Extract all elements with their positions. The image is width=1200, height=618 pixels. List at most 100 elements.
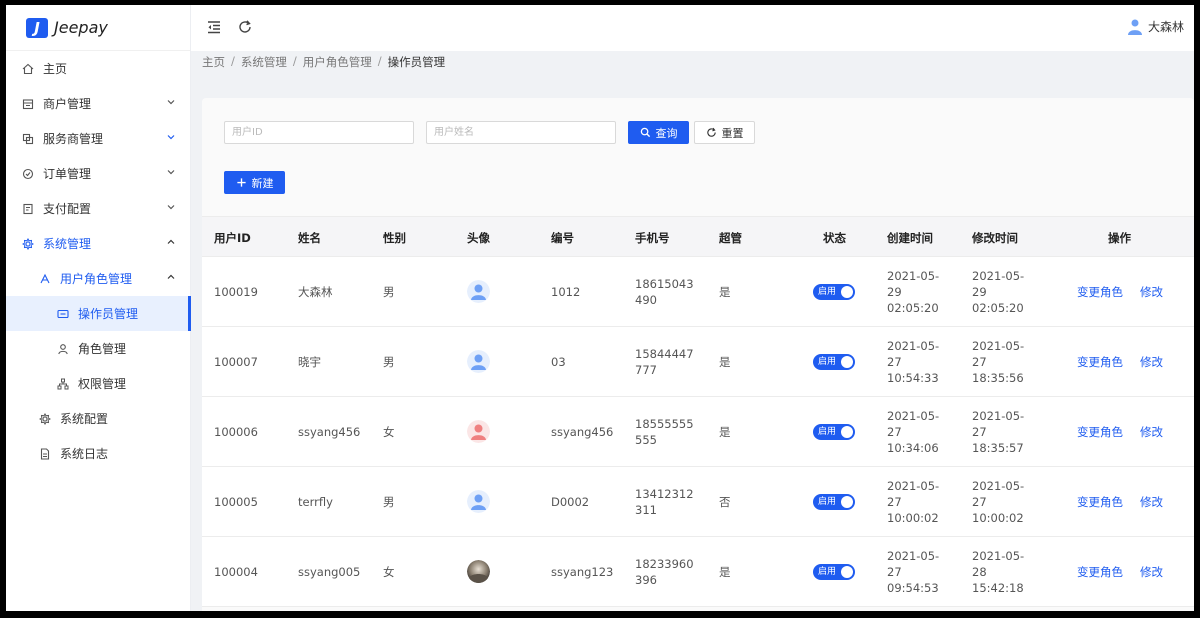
cell-updated-time: 2021-05- 27 10:00:02: [972, 478, 1032, 526]
date-part: 27: [972, 424, 987, 439]
date-part: 28: [972, 564, 987, 579]
edit-link[interactable]: 修改: [1140, 564, 1163, 580]
sidebar-item-system-config[interactable]: 系统配置: [6, 401, 190, 436]
created-date: 2021-05- 27: [887, 548, 947, 580]
user-name-input[interactable]: [426, 121, 616, 144]
status-toggle-label: 启用: [818, 357, 837, 367]
column-header-user-id[interactable]: 用户ID: [214, 230, 251, 246]
sidebar-item-label: 角色管理: [78, 342, 127, 356]
status-toggle[interactable]: 启用: [813, 494, 855, 510]
sidebar-item-order[interactable]: 订单管理: [6, 156, 190, 191]
user-avatar-icon: [1127, 19, 1142, 35]
cell-name: terrfly: [298, 494, 333, 509]
reset-button[interactable]: 重置: [694, 121, 755, 144]
created-date: 2021-05- 27: [887, 478, 947, 510]
column-header-phone[interactable]: 手机号: [635, 230, 670, 246]
edit-link[interactable]: 修改: [1140, 354, 1163, 370]
column-header-avatar[interactable]: 头像: [467, 230, 490, 246]
date-part: 27: [972, 354, 987, 369]
sidebar-item-merchant[interactable]: 商户管理: [6, 86, 190, 121]
sidebar-item-label: 系统管理: [43, 237, 92, 251]
sidebar-item-label: 用户角色管理: [60, 272, 133, 286]
change-role-link[interactable]: 变更角色: [1077, 284, 1123, 300]
new-button[interactable]: 新建: [224, 171, 285, 194]
edit-link[interactable]: 修改: [1140, 494, 1163, 510]
sidebar-item-payment-config[interactable]: 支付配置: [6, 191, 190, 226]
sidebar-item-role[interactable]: 角色管理: [6, 331, 190, 366]
status-toggle[interactable]: 启用: [813, 564, 855, 580]
cell-name: ssyang005: [298, 564, 361, 579]
plus-icon: [236, 178, 246, 187]
menu-fold-icon[interactable]: [206, 19, 222, 35]
column-header-created[interactable]: 创建时间: [887, 230, 933, 246]
chevron-up-icon: [167, 239, 175, 244]
column-header-gender[interactable]: 性别: [383, 230, 406, 246]
date-part: 2021-05-: [887, 408, 940, 423]
cell-user-id: 100004: [214, 564, 258, 579]
status-toggle-label: 启用: [818, 427, 837, 437]
cell-updated-time: 2021-05- 27 18:35:56: [972, 338, 1032, 386]
cell-admin: 是: [719, 564, 731, 579]
column-header-code[interactable]: 编号: [551, 230, 574, 246]
user-avatar: [467, 490, 490, 513]
table-header: 用户ID 姓名 性别 头像 编号 手机号 超管 状态 创建时间 修改时间 操作: [202, 216, 1194, 257]
date-part: 2021-05-: [887, 268, 940, 283]
edit-link[interactable]: 修改: [1140, 424, 1163, 440]
breadcrumb-current: 操作员管理: [387, 55, 446, 69]
cell-created-time: 2021-05- 27 10:34:06: [887, 408, 947, 456]
change-role-link[interactable]: 变更角色: [1077, 564, 1123, 580]
status-toggle[interactable]: 启用: [813, 424, 855, 440]
status-toggle[interactable]: 启用: [813, 284, 855, 300]
breadcrumb-system[interactable]: 系统管理: [241, 54, 287, 70]
top-header: 大森林: [191, 5, 1194, 51]
sidebar-item-partner[interactable]: 服务商管理: [6, 121, 190, 156]
cell-user-id: 100006: [214, 424, 258, 439]
change-role-link[interactable]: 变更角色: [1077, 354, 1123, 370]
user-id-input[interactable]: [224, 121, 414, 144]
cell-gender: 男: [383, 494, 395, 509]
status-toggle[interactable]: 启用: [813, 354, 855, 370]
user-menu[interactable]: 大森林: [1126, 17, 1184, 35]
cell-user-id: 100019: [214, 284, 258, 299]
column-header-admin[interactable]: 超管: [719, 230, 742, 246]
edit-link[interactable]: 修改: [1140, 284, 1163, 300]
sidebar-item-user-role[interactable]: 用户角色管理: [6, 261, 190, 296]
updated-date: 2021-05- 27: [972, 408, 1032, 440]
username: 大森林: [1147, 19, 1184, 34]
updated-time: 10:00:02: [972, 510, 1024, 525]
sidebar-item-system[interactable]: 系统管理: [6, 226, 190, 261]
logo-text: Jeepay: [54, 18, 108, 37]
logo-mark-icon: J: [26, 17, 48, 38]
operator-icon: [56, 307, 70, 321]
sidebar-item-system-log[interactable]: 系统日志: [6, 436, 190, 471]
sidebar-item-permission[interactable]: 权限管理: [6, 366, 190, 401]
sidebar-item-operator[interactable]: 操作员管理: [6, 296, 191, 331]
cell-phone: 18615043490: [635, 276, 694, 307]
operator-table: 用户ID 姓名 性别 头像 编号 手机号 超管 状态 创建时间 修改时间 操作 …: [202, 216, 1194, 607]
column-header-status[interactable]: 状态: [823, 230, 846, 246]
query-button[interactable]: 查询: [628, 121, 689, 144]
breadcrumb-home[interactable]: 主页: [202, 54, 225, 70]
status-toggle-label: 启用: [818, 497, 837, 507]
table-row: 100004 ssyang005 女 ssyang123 18233960396 是 启用 2…: [202, 537, 1194, 607]
sidebar-item-label: 支付配置: [43, 202, 92, 216]
created-date: 2021-05- 29: [887, 268, 947, 300]
refresh-icon[interactable]: [237, 19, 253, 35]
cell-code: 03: [551, 354, 566, 369]
date-part: 29: [887, 284, 902, 299]
user-avatar: [467, 420, 490, 443]
cell-name: 大森林: [298, 284, 333, 299]
sidebar-item-home[interactable]: 主页: [6, 51, 190, 86]
cell-created-time: 2021-05- 27 09:54:53: [887, 548, 947, 596]
change-role-link[interactable]: 变更角色: [1077, 424, 1123, 440]
sidebar: J Jeepay 主页 商户管理 服务商管理 订单管理 支付配置 系统管理 用户…: [6, 5, 191, 611]
sidebar-menu: 主页 商户管理 服务商管理 订单管理 支付配置 系统管理 用户角色管理 操作员管…: [6, 51, 191, 471]
table-row: 100007 晓宇男 03 15844447777 是启用 2021-05- 27 10:54…: [202, 327, 1194, 397]
column-header-name[interactable]: 姓名: [298, 230, 321, 246]
column-header-updated[interactable]: 修改时间: [972, 230, 1018, 246]
updated-time: 18:35:57: [972, 440, 1024, 455]
breadcrumb-user-role[interactable]: 用户角色管理: [303, 54, 372, 70]
cell-name: 晓宇: [298, 354, 321, 369]
logo[interactable]: J Jeepay: [6, 5, 190, 51]
change-role-link[interactable]: 变更角色: [1077, 494, 1123, 510]
